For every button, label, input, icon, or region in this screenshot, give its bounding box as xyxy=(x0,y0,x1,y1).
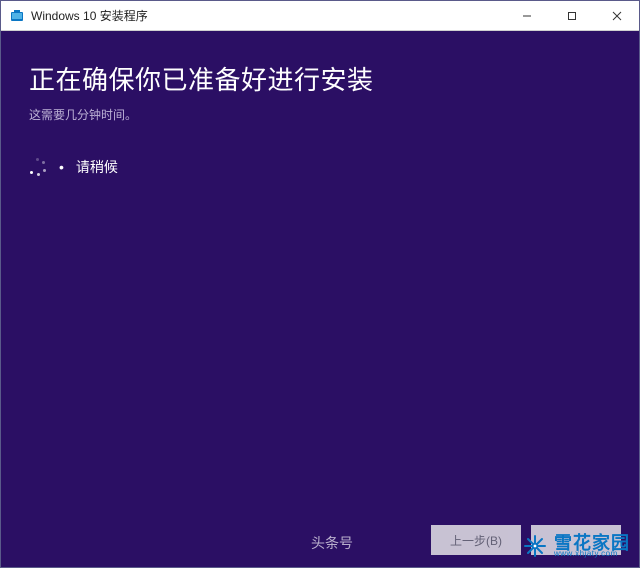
page-subtext: 这需要几分钟时间。 xyxy=(29,106,611,123)
toutiao-watermark: 头条号 xyxy=(311,533,353,553)
back-button[interactable]: 上一步(B) xyxy=(431,525,521,555)
brand-url: www.xhjaty.com xyxy=(554,550,630,558)
close-button[interactable] xyxy=(594,1,639,30)
brand-watermark: 雪花家园 www.xhjaty.com xyxy=(519,531,633,561)
progress-row: • 请稍候 xyxy=(29,157,611,177)
window-title: Windows 10 安装程序 xyxy=(31,7,148,24)
wait-label: 请稍候 xyxy=(76,157,118,177)
window-frame: Windows 10 安装程序 正在确保你已准备好进行安装 这需要几分钟时间。 … xyxy=(0,0,640,568)
spinner-icon xyxy=(29,158,47,176)
page-heading: 正在确保你已准备好进行安装 xyxy=(29,64,611,98)
brand-text-col: 雪花家园 www.xhjaty.com xyxy=(554,534,630,558)
bullet-sep: • xyxy=(59,159,64,175)
snowflake-icon xyxy=(522,533,548,559)
titlebar-buttons xyxy=(504,1,639,30)
maximize-button[interactable] xyxy=(549,1,594,30)
titlebar[interactable]: Windows 10 安装程序 xyxy=(1,1,639,31)
minimize-button[interactable] xyxy=(504,1,549,30)
content-area: 正在确保你已准备好进行安装 这需要几分钟时间。 • 请稍候 上一步(B) 头条号 xyxy=(1,31,639,567)
app-icon xyxy=(9,8,25,24)
